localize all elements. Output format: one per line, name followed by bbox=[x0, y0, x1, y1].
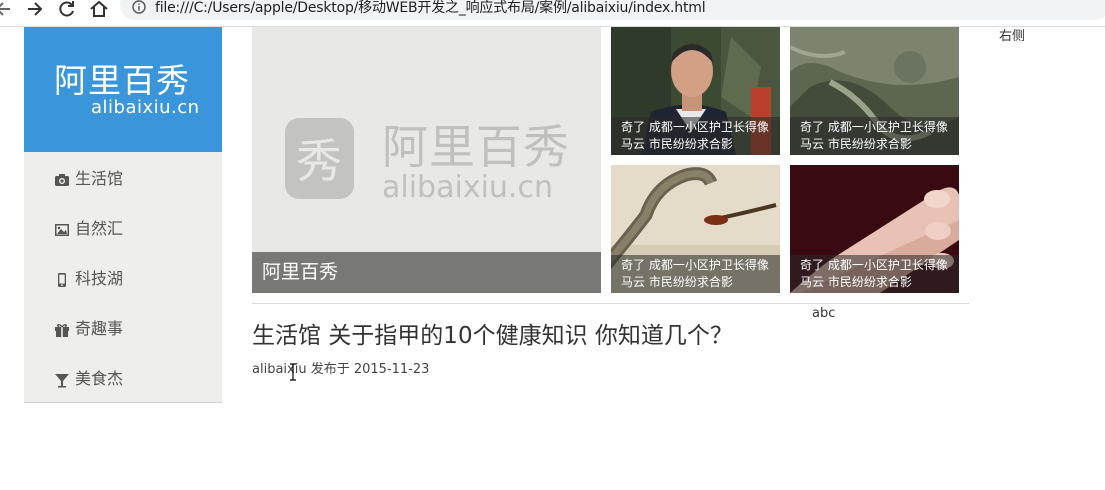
gift-icon bbox=[55, 324, 69, 337]
sidebar-item-food[interactable]: 美食杰 bbox=[24, 354, 222, 404]
article-title[interactable]: 生活馆 关于指甲的10个健康知识 你知道几个？ bbox=[252, 320, 733, 352]
sidebar-item-label: 科技湖 bbox=[75, 269, 124, 288]
sidebar-item-label: 奇趣事 bbox=[75, 319, 124, 338]
reload-icon[interactable] bbox=[56, 0, 78, 18]
thumbnail-caption-line2: 马云 市民纷纷求合影 bbox=[621, 275, 733, 289]
sidebar: 阿里百秀 alibaixiu.cn 生活馆 自然汇 科技湖 奇趣事 美食杰 bbox=[24, 27, 222, 403]
sidebar-item-label: 自然汇 bbox=[75, 219, 124, 238]
right-column-label: 右侧 bbox=[999, 29, 1026, 44]
text-cursor-icon bbox=[290, 363, 296, 381]
logo-text-en: alibaixiu.cn bbox=[91, 97, 200, 118]
phone-icon bbox=[58, 273, 66, 287]
picture-icon bbox=[55, 224, 69, 236]
banner-watermark-cn: 阿里百秀 bbox=[382, 120, 570, 174]
browser-toolbar: file:///C:/Users/apple/Desktop/移动WEB开发之_… bbox=[0, 0, 1105, 27]
thumbnail-caption: 奇了 成都一小区护卫长得像 马云 市民纷纷求合影 bbox=[790, 255, 959, 293]
thumbnail-caption-line1: 奇了 成都一小区护卫长得像 bbox=[621, 120, 769, 134]
thumbnail-caption: 奇了 成都一小区护卫长得像 马云 市民纷纷求合影 bbox=[611, 117, 780, 155]
sidebar-item-label: 美食杰 bbox=[75, 369, 124, 388]
news-thumbnail[interactable]: 奇了 成都一小区护卫长得像 马云 市民纷纷求合影 bbox=[790, 165, 959, 293]
thumbnail-caption-line1: 奇了 成都一小区护卫长得像 bbox=[800, 120, 948, 134]
thumbnail-caption-line2: 马云 市民纷纷求合影 bbox=[800, 137, 912, 151]
banner-watermark-mark: 秀 bbox=[296, 134, 342, 188]
sidebar-item-tech[interactable]: 科技湖 bbox=[24, 254, 222, 304]
thumbnail-caption-line2: 马云 市民纷纷求合影 bbox=[800, 275, 912, 289]
banner-watermark-en: alibaixiu.cn bbox=[382, 170, 553, 205]
sidebar-item-lifestyle[interactable]: 生活馆 bbox=[24, 154, 222, 204]
news-thumbnail[interactable]: 奇了 成都一小区护卫长得像 马云 市民纷纷求合影 bbox=[611, 165, 780, 293]
banner-caption: 阿里百秀 bbox=[252, 252, 601, 293]
thumbnail-caption: 奇了 成都一小区护卫长得像 马云 市民纷纷求合影 bbox=[611, 255, 780, 293]
thumbnail-caption-line1: 奇了 成都一小区护卫长得像 bbox=[800, 258, 948, 272]
article-meta: alibaixiu 发布于 2015-11-23 bbox=[252, 362, 430, 377]
logo[interactable]: 阿里百秀 alibaixiu.cn bbox=[24, 27, 222, 152]
back-icon[interactable] bbox=[0, 0, 14, 18]
thumbnail-caption: 奇了 成都一小区护卫长得像 马云 市民纷纷求合影 bbox=[790, 117, 959, 155]
cocktail-icon bbox=[55, 374, 69, 388]
info-icon[interactable] bbox=[131, 0, 147, 16]
news-thumbnail[interactable]: 奇了 成都一小区护卫长得像 马云 市民纷纷求合影 bbox=[611, 27, 780, 155]
sidebar-item-nature[interactable]: 自然汇 bbox=[24, 204, 222, 254]
section-divider bbox=[252, 303, 969, 304]
abc-label: abc bbox=[812, 306, 836, 321]
main-banner[interactable]: 秀 阿里百秀 alibaixiu.cn 阿里百秀 bbox=[252, 27, 601, 293]
home-icon[interactable] bbox=[88, 0, 110, 18]
banner-caption-text: 阿里百秀 bbox=[262, 261, 339, 283]
forward-icon[interactable] bbox=[24, 0, 46, 18]
url-text[interactable]: file:///C:/Users/apple/Desktop/移动WEB开发之_… bbox=[155, 0, 706, 16]
sidebar-item-label: 生活馆 bbox=[75, 169, 124, 188]
thumbnail-caption-line2: 马云 市民纷纷求合影 bbox=[621, 137, 733, 151]
camera-icon bbox=[55, 174, 69, 186]
news-thumbnail[interactable]: 奇了 成都一小区护卫长得像 马云 市民纷纷求合影 bbox=[790, 27, 959, 155]
sidebar-item-fun[interactable]: 奇趣事 bbox=[24, 304, 222, 354]
logo-text-cn: 阿里百秀 bbox=[54, 61, 190, 100]
thumbnail-caption-line1: 奇了 成都一小区护卫长得像 bbox=[621, 258, 769, 272]
